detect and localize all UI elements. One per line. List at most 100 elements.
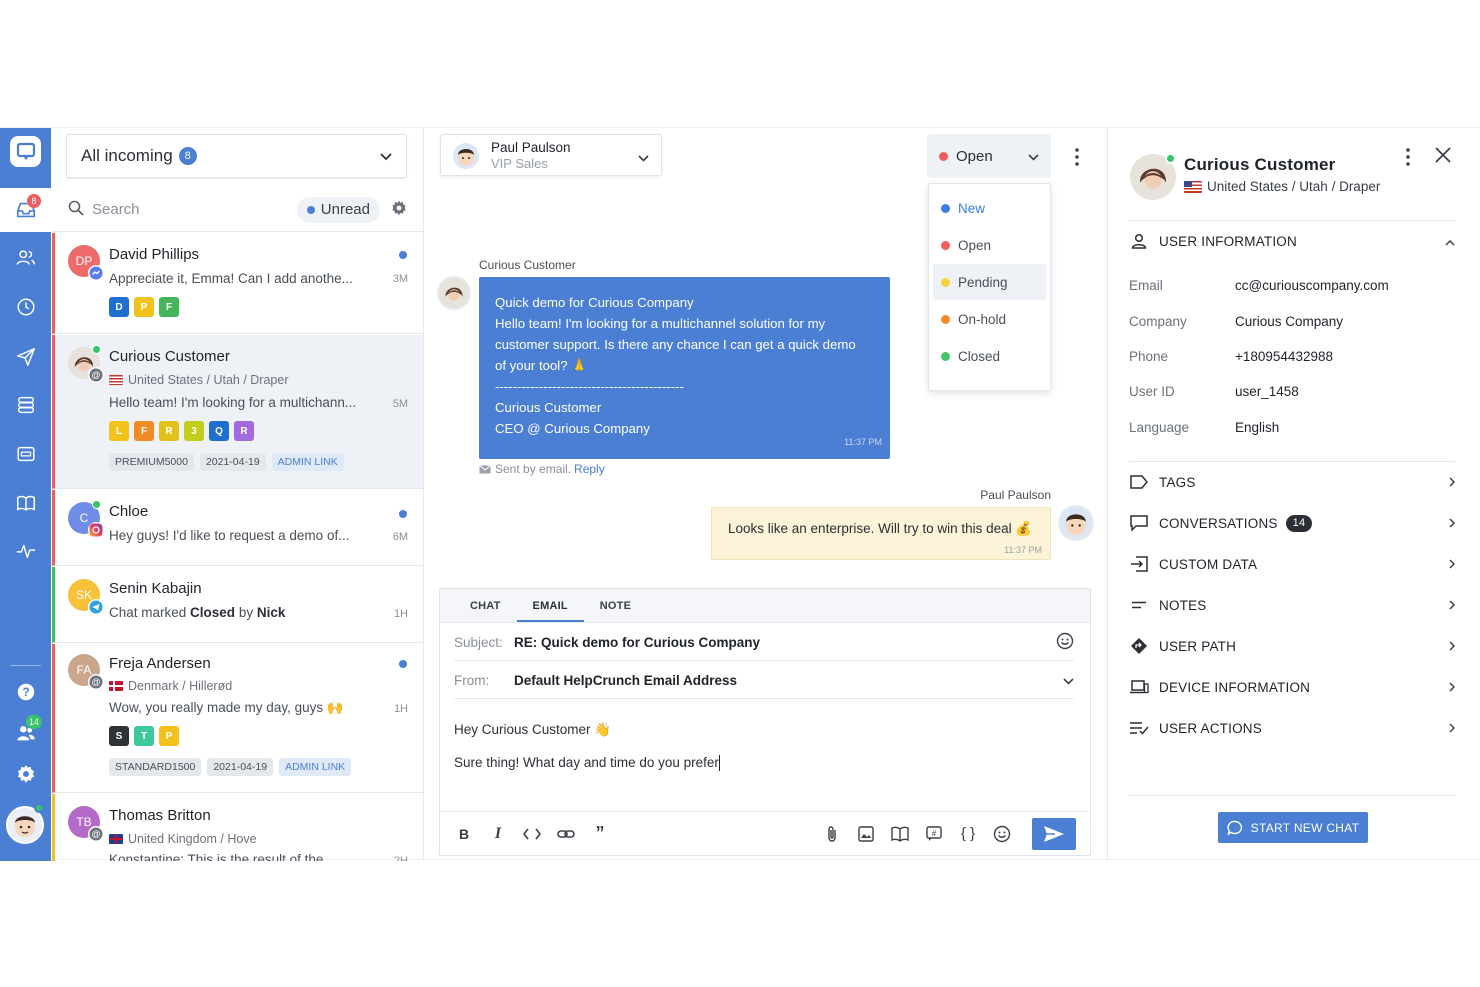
variables-icon[interactable]: { } [958,824,978,844]
inbox-filter-dropdown[interactable]: All incoming 8 [66,134,407,178]
admin-link[interactable]: ADMIN LINK [271,453,344,471]
nav-widget-icon[interactable] [0,432,51,476]
tag[interactable]: Q [209,421,229,441]
tag[interactable]: S [109,726,129,746]
tab-note[interactable]: NOTE [584,589,647,622]
contact-name: Chloe [109,503,149,520]
link-icon[interactable] [556,824,576,844]
divider [1129,461,1455,462]
status-option-pending[interactable]: Pending [933,264,1046,300]
status-option-new[interactable]: New [933,190,1046,226]
knowledge-base-icon[interactable] [890,824,910,844]
image-icon[interactable] [856,824,876,844]
chevron-down-icon[interactable] [1063,673,1074,688]
section-custom-data[interactable]: CUSTOM DATA [1129,549,1456,579]
nav-inbox-icon[interactable]: 8 [0,188,51,232]
status-dropdown[interactable]: Open [927,134,1051,178]
subject-value[interactable]: RE: Quick demo for Curious Company [514,635,760,650]
avatar: DP [68,245,104,281]
tag[interactable]: L [109,421,129,441]
tag[interactable]: 3 [184,421,204,441]
user-path-icon [1129,637,1149,655]
avatar: @ [68,345,104,383]
nav-analytics-icon[interactable] [0,529,51,573]
status-menu: New Open Pending On-hold Closed [928,183,1051,391]
more-options-icon[interactable] [1075,148,1079,169]
tag[interactable]: T [134,726,154,746]
nav-history-icon[interactable] [0,285,51,329]
status-dot [941,351,950,361]
nav-send-icon[interactable] [0,335,51,379]
rail-divider [10,665,41,666]
subject-field[interactable]: Subject: RE: Quick demo for Curious Comp… [454,624,1074,661]
section-tags[interactable]: TAGS [1129,467,1456,497]
agent-avatar [453,143,479,169]
app-logo-icon[interactable] [10,136,41,167]
customer-avatar [439,278,469,308]
italic-icon[interactable]: I [488,824,508,844]
tag[interactable]: P [134,297,154,317]
nav-contacts-icon[interactable] [0,236,51,280]
inbox-badge: 8 [27,194,41,208]
nav-help-icon[interactable]: ? [0,670,51,714]
send-button[interactable] [1032,817,1076,850]
email-value[interactable]: cc@curiouscompany.com [1235,278,1389,293]
tag[interactable]: R [159,421,179,441]
emoji-icon[interactable] [1056,632,1074,653]
bold-icon[interactable]: B [454,824,474,844]
conversation-item[interactable]: TB @ Thomas Britton United Kingdom / Hove… [52,794,423,861]
status-option-closed[interactable]: Closed [933,338,1046,374]
attachment-icon[interactable] [822,824,842,844]
agent-role: VIP Sales [491,156,548,171]
conversation-item-selected[interactable]: @ Curious Customer United States / Utah … [52,335,423,489]
code-icon[interactable] [522,824,542,844]
section-user-actions[interactable]: USER ACTIONS [1129,713,1456,743]
section-conversations[interactable]: CONVERSATIONS 14 [1129,508,1456,538]
unread-filter-toggle[interactable]: Unread [296,196,380,223]
more-options-icon[interactable] [1406,148,1410,169]
search-input[interactable]: Search [92,201,297,218]
customer-location: United States / Utah / Draper [1184,179,1380,194]
mail-icon [479,464,491,473]
divider [1129,220,1455,221]
section-user-information[interactable]: USER INFORMATION [1129,226,1455,256]
section-user-path[interactable]: USER PATH [1129,631,1456,661]
admin-link[interactable]: ADMIN LINK [279,758,352,776]
quote-icon[interactable]: ” [590,823,610,844]
message-body-line[interactable]: Sure thing! What day and time do you pre… [454,755,720,772]
reply-link[interactable]: Reply [574,462,605,476]
message-body-line[interactable]: Hey Curious Customer 👋 [454,722,611,738]
from-field[interactable]: From: Default HelpCrunch Email Address [454,662,1074,699]
avatar: FA @ [68,654,104,690]
avatar: C [68,500,104,538]
conversation-item[interactable]: DP David Phillips Appreciate it, Emma! C… [52,233,423,334]
gear-icon[interactable] [390,199,408,220]
status-option-on-hold[interactable]: On-hold [933,301,1046,337]
section-device-information[interactable]: DEVICE INFORMATION [1129,672,1456,702]
conversation-item[interactable]: FA @ Freja Andersen Denmark / Hillerød Wo… [52,644,423,793]
nav-team-icon[interactable]: 14 [0,711,51,755]
tag[interactable]: D [109,297,129,317]
from-value[interactable]: Default HelpCrunch Email Address [514,673,737,688]
status-option-open[interactable]: Open [933,227,1046,263]
nav-knowledge-base-icon[interactable] [0,481,51,525]
tab-chat[interactable]: CHAT [454,589,517,622]
tab-email[interactable]: EMAIL [516,589,584,622]
tag[interactable]: F [159,297,179,317]
saved-responses-icon[interactable]: # [924,824,944,844]
conversation-item[interactable]: SK Senin Kabajin Chat marked Closed by N… [52,567,423,643]
tag[interactable]: R [234,421,254,441]
nav-database-icon[interactable] [0,383,51,427]
tag[interactable]: P [159,726,179,746]
start-new-chat-button[interactable]: START NEW CHAT [1218,812,1368,843]
assignee-dropdown[interactable]: Paul Paulson VIP Sales [440,134,662,176]
uk-flag-icon [109,834,123,844]
chevron-down-icon [380,146,392,166]
tag[interactable]: F [134,421,154,441]
contact-name: Thomas Britton [109,807,211,824]
section-notes[interactable]: NOTES [1129,590,1456,620]
nav-settings-icon[interactable] [0,752,51,796]
close-icon[interactable] [1434,146,1452,167]
emoji-icon[interactable] [992,824,1012,844]
conversation-item[interactable]: C Chloe Hey guys! I'd like to request a … [52,490,423,566]
